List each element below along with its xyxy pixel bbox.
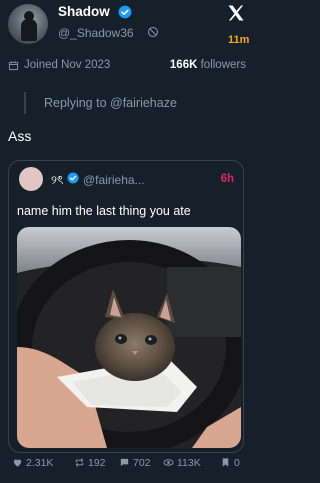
quoted-display-name[interactable]: ୨ৎ xyxy=(51,172,63,192)
thread-line xyxy=(24,92,26,114)
quoted-avatar[interactable] xyxy=(19,167,43,191)
handle[interactable]: @_Shadow36 xyxy=(58,26,134,40)
engagement-stats: 2.31K 192 702 113K 0 xyxy=(8,455,248,471)
replying-to[interactable]: Replying to @fairiehaze xyxy=(44,96,177,110)
profile-meta-row: Joined Nov 2023 166K followers xyxy=(8,58,248,74)
quoted-text: name him the last thing you ate xyxy=(17,204,191,218)
reply-icon xyxy=(120,458,129,467)
quoted-post[interactable]: ୨ৎ @fairieha... 6h name him the last thi… xyxy=(8,160,244,453)
post-timestamp: 11m xyxy=(228,34,250,46)
post-header: Shadow @_Shadow36 11m xyxy=(0,0,253,50)
notifications-off-icon xyxy=(148,27,158,37)
heart-icon xyxy=(13,459,22,467)
x-logo-icon xyxy=(228,5,244,21)
kitten-photo xyxy=(17,227,241,448)
bookmark-icon xyxy=(222,458,229,467)
bookmarks-stat[interactable]: 0 xyxy=(220,457,240,469)
views-icon xyxy=(163,459,174,466)
replies-stat[interactable]: 702 xyxy=(119,457,151,469)
post-text: Ass xyxy=(8,128,32,144)
followers-count[interactable]: 166K followers xyxy=(170,59,246,71)
views-stat[interactable]: 113K xyxy=(163,457,201,469)
quoted-timestamp: 6h xyxy=(220,173,234,185)
avatar[interactable] xyxy=(8,4,48,44)
verified-badge-icon xyxy=(67,172,79,184)
reposts-stat[interactable]: 192 xyxy=(74,457,106,469)
calendar-icon xyxy=(8,61,19,71)
repost-icon xyxy=(75,457,84,468)
quoted-media[interactable] xyxy=(17,227,241,448)
likes-stat[interactable]: 2.31K xyxy=(12,457,53,469)
display-name[interactable]: Shadow xyxy=(58,4,110,19)
verified-badge-icon xyxy=(118,5,132,19)
quoted-handle[interactable]: @fairieha... xyxy=(83,173,145,187)
joined-date: Joined Nov 2023 xyxy=(24,59,111,71)
